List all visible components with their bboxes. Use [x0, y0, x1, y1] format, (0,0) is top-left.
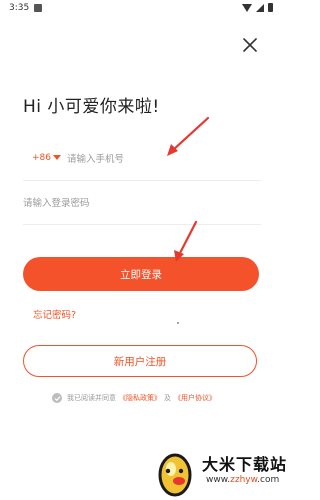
status-time: 3:35 — [9, 3, 30, 13]
watermark-url: www.zzhyw.com — [206, 475, 279, 485]
rice-grain-logo-icon — [158, 453, 192, 497]
caret-down-icon[interactable] — [53, 155, 61, 160]
password-input[interactable] — [23, 192, 253, 214]
stray-dot — [177, 322, 179, 324]
phone-input[interactable] — [67, 148, 257, 170]
annotation-arrows — [167, 116, 210, 262]
annotation-arrow-login — [174, 220, 198, 262]
phone-field-row: +86 — [23, 142, 261, 181]
status-indicators — [242, 3, 273, 12]
login-button[interactable]: 立即登录 — [23, 257, 259, 291]
status-bar: 3:35 — [0, 0, 281, 18]
close-button[interactable] — [241, 36, 259, 54]
page-title: Hi 小可爱你来啦! — [23, 97, 160, 117]
signal-icon — [256, 3, 264, 12]
wifi-icon — [242, 3, 252, 12]
battery-icon — [268, 3, 273, 12]
agreement-prefix: 我已阅读并同意 — [67, 394, 116, 402]
watermark-url-prefix: www. — [206, 475, 231, 485]
login-screen: 3:35 Hi 小可爱你来啦! +86 立即登录 忘记密码? 新用户注册 我已阅… — [0, 0, 286, 500]
country-code-selector[interactable]: +86 — [32, 153, 51, 163]
close-icon — [243, 38, 257, 52]
agreement-checkbox[interactable] — [52, 393, 62, 403]
watermark-url-domain: zzhyw — [230, 475, 258, 485]
watermark-url-suffix: .com — [257, 475, 280, 485]
user-agreement-link[interactable]: 《用户协议》 — [174, 393, 216, 403]
agreement-conjunction: 及 — [164, 394, 171, 402]
forgot-password-link[interactable]: 忘记密码? — [33, 307, 76, 321]
register-button[interactable]: 新用户注册 — [23, 345, 257, 377]
privacy-policy-link[interactable]: 《隐私政策》 — [119, 393, 161, 403]
sim-card-icon — [34, 4, 42, 12]
check-icon — [54, 395, 60, 401]
watermark: 大米下载站 www.zzhyw.com — [148, 447, 286, 500]
password-field-row — [23, 188, 261, 225]
watermark-title: 大米下载站 — [202, 455, 288, 474]
agreement-row: 我已阅读并同意 《隐私政策》 及 《用户协议》 — [52, 393, 216, 403]
